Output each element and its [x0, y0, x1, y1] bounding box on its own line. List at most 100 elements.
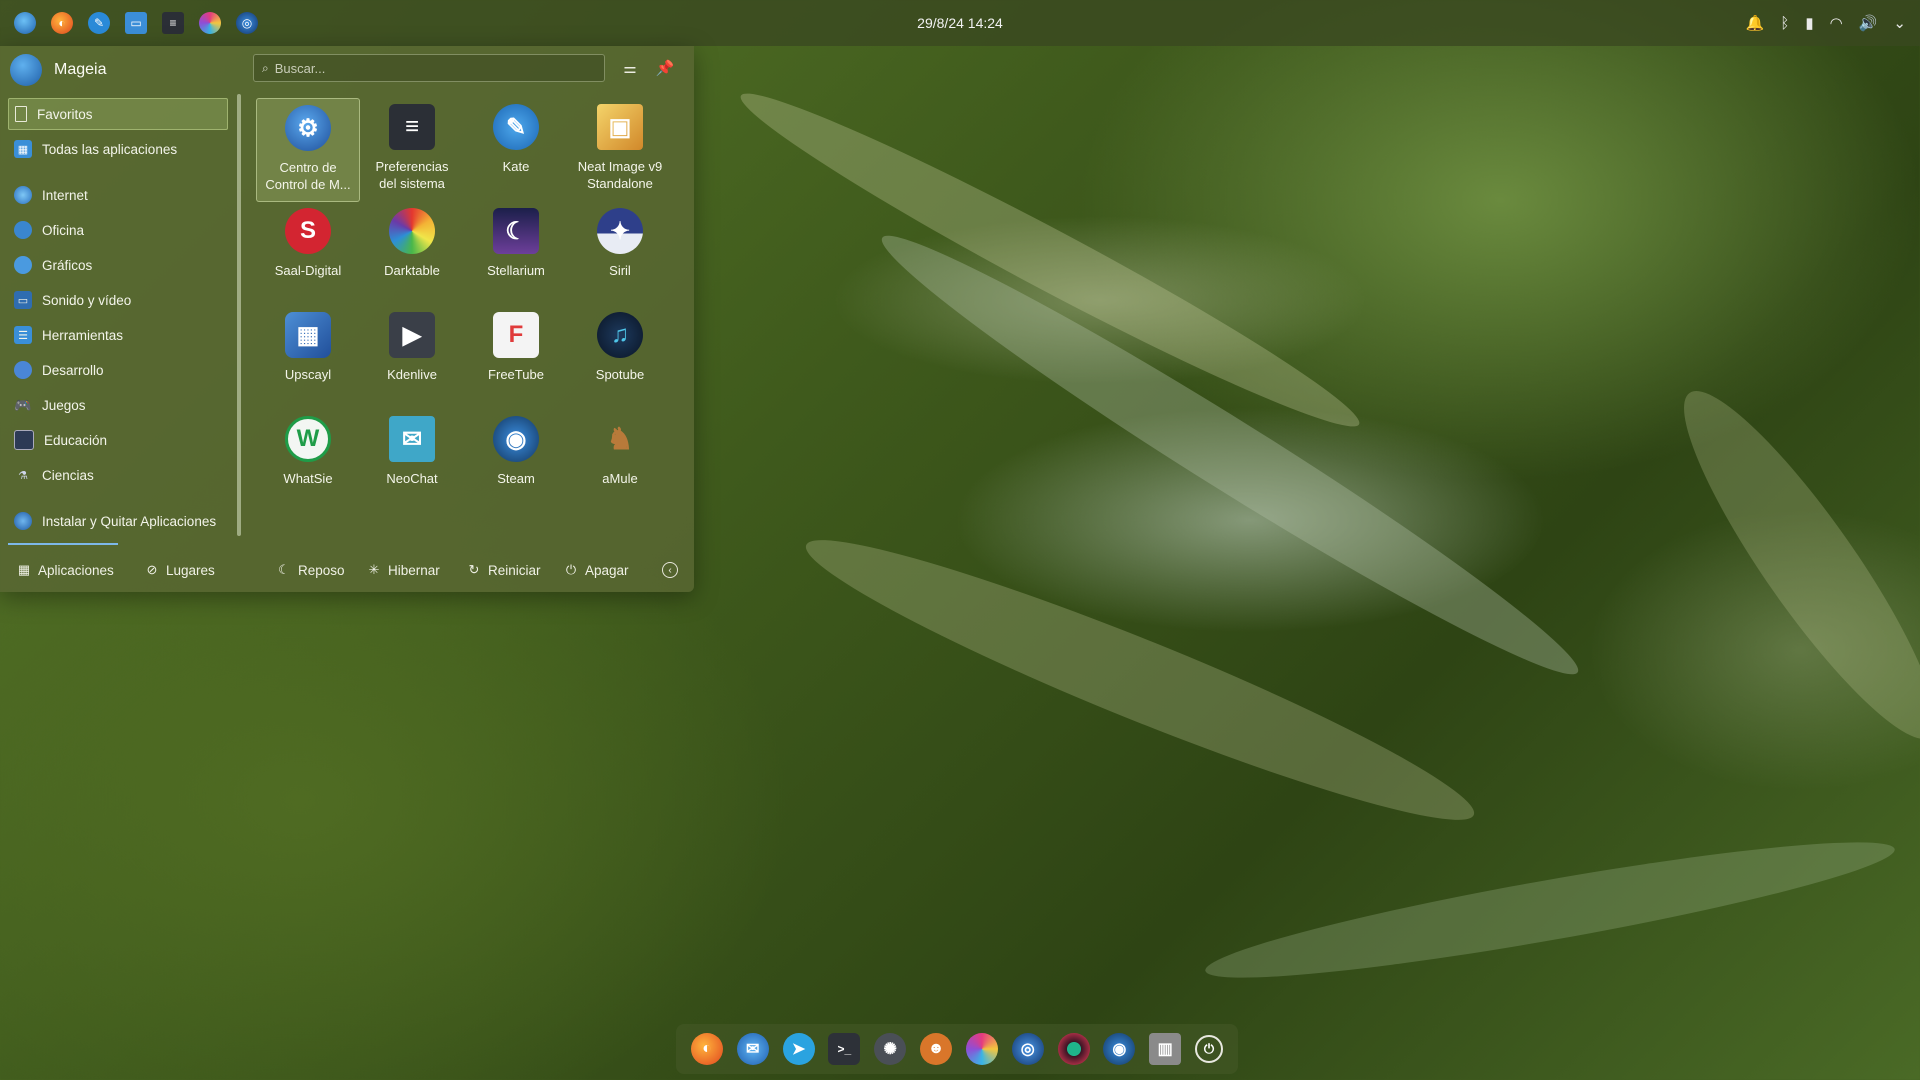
- category-juegos[interactable]: 🎮 Juegos: [8, 389, 228, 421]
- stellarium-icon: ☾: [493, 208, 539, 254]
- steam-like-icon[interactable]: ◎: [236, 12, 258, 34]
- steam-icon[interactable]: ◉: [1103, 1033, 1136, 1065]
- app-tile[interactable]: F FreeTube: [464, 306, 568, 410]
- app-tile[interactable]: ▶ Kdenlive: [360, 306, 464, 410]
- volume-icon[interactable]: 🔊: [1859, 14, 1878, 32]
- search-input[interactable]: ⌕ Buscar...: [253, 54, 605, 82]
- shutdown-button[interactable]: ⏻ Apagar: [563, 562, 629, 578]
- aperture-icon[interactable]: ✺: [874, 1033, 907, 1065]
- system-settings-icon: ≡: [389, 104, 435, 150]
- app-tile[interactable]: W WhatSie: [256, 410, 360, 514]
- thunderbird-icon[interactable]: ✉: [736, 1033, 769, 1065]
- category-oficina[interactable]: Oficina: [8, 214, 228, 246]
- colorful-app-icon[interactable]: [199, 12, 221, 34]
- settings-icon[interactable]: ≡: [162, 12, 184, 34]
- app-label: Centro de Control de M...: [265, 160, 351, 192]
- app-tile[interactable]: ▦ Upscayl: [256, 306, 360, 410]
- sleep-button[interactable]: ☾ Reposo: [276, 562, 344, 578]
- app-label: Upscayl: [284, 367, 332, 382]
- firefox-icon[interactable]: ◐: [690, 1033, 723, 1065]
- category-ciencias[interactable]: ⚗ Ciencias: [8, 459, 228, 491]
- app-label: Steam: [497, 471, 535, 486]
- upscayl-icon: ▦: [285, 312, 331, 358]
- category-internet[interactable]: Internet: [8, 179, 228, 211]
- neat-image-icon: ▣: [597, 104, 643, 150]
- category-herramientas[interactable]: ☰ Herramientas: [8, 319, 228, 351]
- saal-digital-icon: S: [285, 208, 331, 254]
- development-icon: [14, 361, 32, 379]
- avatar[interactable]: [10, 54, 42, 86]
- category-desarrollo[interactable]: Desarrollo: [8, 354, 228, 386]
- app-tile[interactable]: ☾ Stellarium: [464, 202, 568, 306]
- world-app-icon[interactable]: ◎: [1011, 1033, 1044, 1065]
- bluetooth-icon[interactable]: ᛒ: [1780, 15, 1789, 32]
- menu-footer: ▦ Aplicaciones ⊘ Lugares ☾ Reposo ✳ Hibe…: [0, 554, 694, 586]
- app-tile[interactable]: Darktable: [360, 202, 464, 306]
- expand-icon[interactable]: ⌄: [1893, 14, 1906, 32]
- pin-icon[interactable]: 📌: [653, 56, 677, 80]
- category-sonido-video[interactable]: ▭ Sonido y vídeo: [8, 284, 228, 316]
- app-tile[interactable]: ⚙ Centro de Control de M...: [256, 98, 360, 202]
- app-tile[interactable]: ▣ Neat Image v9 Standalone: [568, 98, 672, 202]
- category-favoritos[interactable]: Favoritos: [8, 98, 228, 130]
- category-educacion[interactable]: Educación: [8, 424, 228, 456]
- sidebar-scrollbar[interactable]: [237, 94, 241, 536]
- tools-icon: ☰: [14, 326, 32, 344]
- grid-icon: ▦: [14, 140, 32, 158]
- mageia-menu-icon[interactable]: [14, 12, 36, 34]
- app-tile[interactable]: ✉ NeoChat: [360, 410, 464, 514]
- restart-button[interactable]: ↻ Reiniciar: [466, 562, 541, 578]
- usb-icon[interactable]: ▮: [1805, 14, 1813, 32]
- category-label: Herramientas: [42, 327, 124, 343]
- wallpaper-blade: [1200, 819, 1900, 1001]
- education-icon: [14, 430, 34, 450]
- apps-grid-icon: ▦: [17, 562, 31, 577]
- top-panel: ◐ ✎ ▭ ≡ ◎ 29/8/24 14:24 🔔 ᛒ ▮ ◠ 🔊 ⌄: [0, 0, 1920, 46]
- tab-label: Lugares: [166, 562, 215, 578]
- power-icon: ⏻: [565, 562, 577, 577]
- bottom-dock: ◐ ✉ ➤ >_ ✺ ☻ ◎ ◉ ▥ ⏻: [676, 1024, 1238, 1074]
- tab-aplicaciones[interactable]: ▦ Aplicaciones: [16, 562, 114, 578]
- app-tile[interactable]: ✦ Siril: [568, 202, 672, 306]
- firefox-icon[interactable]: ◐: [51, 12, 73, 34]
- category-instalar[interactable]: Instalar y Quitar Aplicaciones: [8, 505, 228, 537]
- kde-icon[interactable]: ✎: [88, 12, 110, 34]
- app-tile[interactable]: ♫ Spotube: [568, 306, 672, 410]
- science-icon: ⚗: [18, 469, 28, 482]
- tab-lugares[interactable]: ⊘ Lugares: [144, 562, 215, 578]
- panel-launchers: ◐ ✎ ▭ ≡ ◎: [0, 12, 258, 34]
- game-icon[interactable]: ☻: [920, 1033, 953, 1065]
- colorful-app-icon[interactable]: [965, 1033, 998, 1065]
- category-graficos[interactable]: Gráficos: [8, 249, 228, 281]
- wallpaper-blade: [726, 69, 1374, 451]
- app-tile[interactable]: ◉ Steam: [464, 410, 568, 514]
- more-options-button[interactable]: ‹: [662, 562, 678, 578]
- app-tile[interactable]: ≡ Preferencias del sistema: [360, 98, 464, 202]
- category-label: Todas las aplicaciones: [42, 141, 178, 157]
- configure-icon[interactable]: ⚌: [618, 56, 642, 80]
- notifications-icon[interactable]: 🔔: [1746, 14, 1765, 32]
- app-label: Spotube: [595, 367, 645, 382]
- darktable-icon: [389, 208, 435, 254]
- record-icon[interactable]: [1057, 1033, 1090, 1065]
- hibernate-icon: ✳: [368, 562, 380, 577]
- tab-label: Aplicaciones: [38, 562, 114, 578]
- app-tile[interactable]: S Saal-Digital: [256, 202, 360, 306]
- category-todas[interactable]: ▦ Todas las aplicaciones: [8, 133, 228, 165]
- wallpaper-blade: [1652, 367, 1920, 763]
- power-icon[interactable]: ⏻: [1195, 1035, 1224, 1063]
- panel-clock[interactable]: 29/8/24 14:24: [917, 15, 1003, 31]
- archive-icon[interactable]: ▥: [1149, 1033, 1182, 1065]
- shutdown-label: Apagar: [585, 562, 629, 578]
- telegram-icon[interactable]: ➤: [782, 1033, 815, 1065]
- siril-icon: ✦: [597, 208, 643, 254]
- files-icon[interactable]: ▭: [125, 12, 147, 34]
- application-launcher: Mageia Favoritos ▦ Todas las aplicacione…: [0, 46, 694, 592]
- terminal-icon[interactable]: >_: [828, 1033, 861, 1065]
- wifi-icon[interactable]: ◠: [1830, 14, 1843, 32]
- gamepad-icon: 🎮: [14, 396, 32, 413]
- app-tile[interactable]: ♞ aMule: [568, 410, 672, 514]
- app-tile[interactable]: ✎ Kate: [464, 98, 568, 202]
- user-header[interactable]: Mageia: [10, 54, 106, 86]
- hibernate-button[interactable]: ✳ Hibernar: [366, 562, 440, 578]
